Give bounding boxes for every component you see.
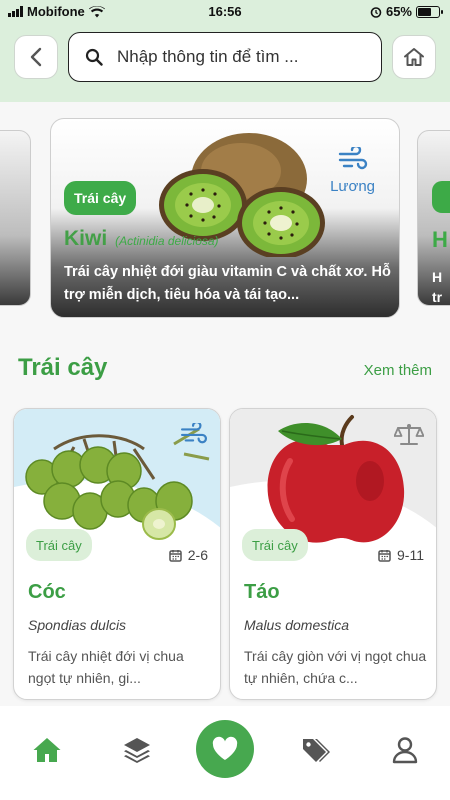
fruit-description: Trái cây nhiệt đới giàu vitamin C và chấ… [64,264,391,303]
see-more-link[interactable]: Xem thêm [364,362,432,379]
nav-profile[interactable] [389,734,421,766]
wind-icon [338,144,367,170]
home-icon [33,738,61,762]
calendar-icon [169,549,182,562]
search-input[interactable]: Nhập thông tin để tìm ... [68,32,382,82]
user-icon [392,737,418,764]
scale-icon [393,424,425,445]
header: Mobifone 16:56 65% Nhập thông tin để tìm… [0,0,450,102]
carousel-card-previous[interactable] [0,130,31,306]
heart-icon [212,736,238,760]
status-right: 65% [370,4,443,19]
months-range: 2-6 [187,547,208,563]
featured-card-kiwi[interactable]: Trái cây Lương Kiwi (Actinidia deliciosa… [50,118,400,318]
harvest-months: 2-6 [169,547,208,563]
bottom-nav [0,706,450,800]
home-button[interactable] [392,35,436,79]
favorites-button[interactable] [196,720,254,778]
nav-home[interactable] [31,734,63,766]
search-placeholder: Nhập thông tin để tìm ... [117,47,299,66]
months-range: 9-11 [397,547,424,563]
section-title: Trái cây [18,354,108,381]
balance-indicator [393,423,425,452]
status-bar: Mobifone 16:56 65% [0,0,450,24]
season-indicator: Lương [330,144,375,195]
back-button[interactable] [14,35,58,79]
fruit-name: H [432,227,448,252]
featured-carousel[interactable]: Trái cây Lương Kiwi (Actinidia deliciosa… [0,118,450,318]
product-scientific-name: Spondias dulcis [28,617,127,633]
product-name: Táo [244,581,280,603]
fruit-name: Kiwi [64,227,108,250]
category-badge: Trái cây [64,181,137,215]
nav-categories[interactable] [121,734,153,766]
battery-icon [416,5,443,18]
calendar-icon [378,549,391,562]
product-description: Trái cây giòn với vị ngọt chua tự nhiên,… [244,648,427,686]
fruit-title: Kiwi (Actinidia deliciosa) [64,227,219,251]
season-indicator [180,421,208,450]
house-icon [404,48,424,66]
fruit-description: Htr [432,269,443,305]
season-label: Lương [330,178,375,195]
product-scientific-name: Malus domestica [244,617,350,633]
category-badge: Trái cây [26,529,92,561]
product-card[interactable]: Trái cây 9-11 Táo Malus domestica Trái c… [229,408,437,700]
search-icon [85,48,103,66]
layers-icon [124,738,150,763]
chevron-left-icon [30,47,42,67]
category-badge [432,181,450,213]
category-badge: Trái cây [242,529,308,561]
product-description: Trái cây nhiệt đới vị chua ngọt tự nhiên… [28,648,184,686]
fruit-scientific-name: (Actinidia deliciosa) [115,234,219,248]
alarm-icon [370,6,382,18]
harvest-months: 9-11 [378,547,424,563]
product-card[interactable]: Trái cây 2-6 Cóc Spondias dulcis Trái câ… [13,408,221,700]
nav-tags[interactable] [299,734,331,766]
wind-icon [180,421,207,444]
carousel-card-next[interactable]: H Htr [417,130,450,306]
tags-icon [303,739,330,762]
product-name: Cóc [28,581,66,603]
battery-percent: 65% [385,4,412,19]
